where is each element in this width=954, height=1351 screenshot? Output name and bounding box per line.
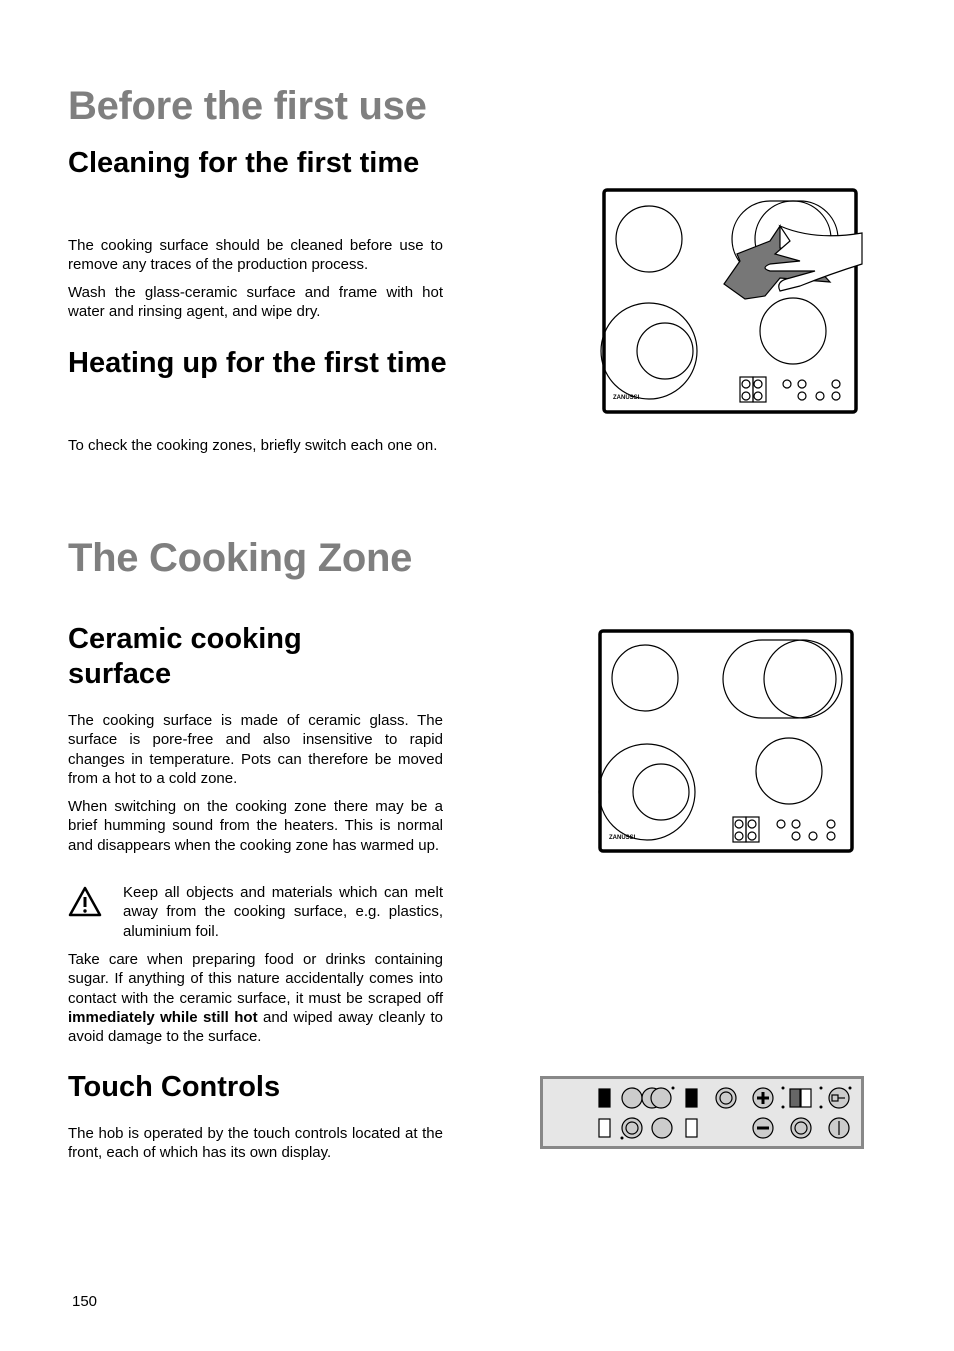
heading-heating: Heating up for the first time: [68, 347, 447, 379]
paragraph: The hob is operated by the touch control…: [68, 1125, 443, 1162]
page-number: 150: [72, 1293, 98, 1310]
paragraph: When switching on the cooking zone there…: [68, 798, 443, 854]
paragraph: The cooking surface should be cleaned be…: [68, 237, 443, 274]
power-icon: [828, 1117, 850, 1139]
hob-cleaning-illustration: ZANUSSI: [600, 188, 863, 414]
bold-text: immediately while still hot: [68, 1008, 258, 1026]
key-lock-icon: [828, 1087, 850, 1109]
warning-text: Keep all objects and materials which can…: [123, 884, 443, 940]
touch-control-panel-illustration: [540, 1076, 864, 1149]
paragraph: To check the cooking zones, briefly swit…: [68, 437, 438, 454]
heading-ceramic: Ceramic cooking surface: [68, 623, 302, 690]
hob-illustration: ZANUSSI: [598, 629, 854, 853]
timer-icon: [790, 1117, 812, 1139]
section-title-before-first-use: Before the first use: [68, 84, 427, 128]
manual-page: Before the first use Cleaning for the fi…: [0, 0, 954, 1351]
paragraph: Take care when preparing food or drinks …: [68, 950, 443, 1046]
warning-triangle-icon: [68, 886, 102, 917]
paragraph: The cooking surface is made of ceramic g…: [68, 712, 443, 787]
svg-text:ZANUSSI: ZANUSSI: [613, 395, 640, 401]
paragraph: Wash the glass-ceramic surface and frame…: [68, 284, 443, 321]
section-title-cooking-zone: The Cooking Zone: [68, 536, 413, 580]
heading-touch-controls: Touch Controls: [68, 1071, 281, 1103]
text: Take care when preparing food or drinks …: [68, 951, 443, 1007]
plus-icon: [752, 1087, 774, 1109]
svg-text:ZANUSSI: ZANUSSI: [609, 835, 636, 841]
heading-cleaning: Cleaning for the first time: [68, 147, 420, 179]
minus-icon: [752, 1117, 774, 1139]
